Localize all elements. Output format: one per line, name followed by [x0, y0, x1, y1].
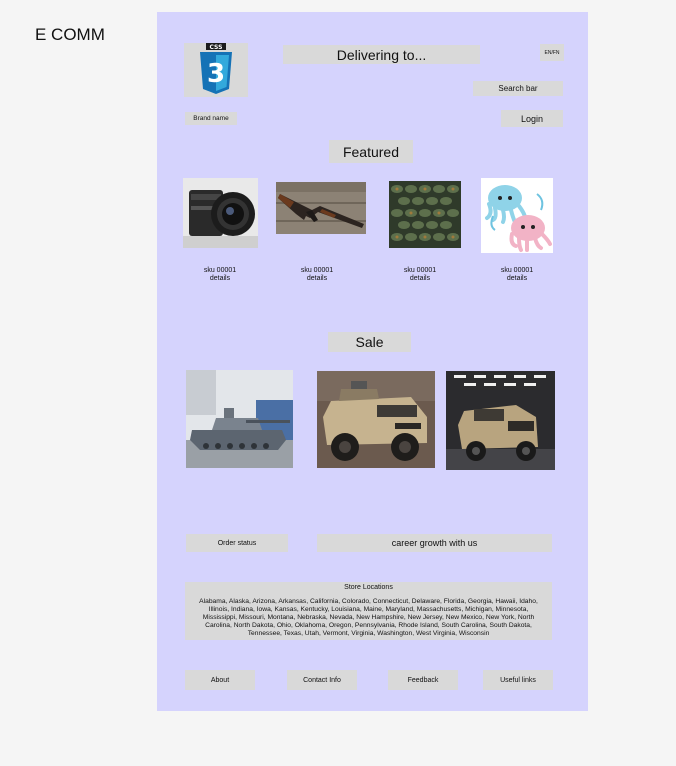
details-label: details	[409, 275, 431, 282]
sku-label: sku 00001	[500, 267, 534, 274]
sale-heading: Sale	[328, 332, 411, 352]
ammunition-image[interactable]	[389, 181, 461, 248]
sku-label: sku 00001	[203, 267, 237, 274]
feedback-link[interactable]: Feedback	[388, 670, 458, 690]
css3-logo-icon[interactable]: CSS 3	[184, 43, 248, 97]
page-frame: CSS 3 Delivering to... EN/FN Search bar …	[157, 12, 588, 711]
details-label: details	[209, 275, 231, 282]
camera-lens-image[interactable]	[183, 178, 258, 248]
featured-heading: Featured	[329, 140, 413, 163]
delivering-location-button[interactable]: Delivering to...	[283, 45, 480, 64]
armored-truck-showroom-image[interactable]	[446, 371, 555, 470]
tank-image[interactable]	[186, 370, 293, 468]
store-locations: Store Locations Alabama, Alaska, Arizona…	[185, 582, 552, 640]
octopus-plush-image[interactable]	[481, 178, 553, 253]
sku-label: sku 00001	[403, 267, 437, 274]
language-toggle[interactable]: EN/FN	[540, 44, 564, 61]
about-link[interactable]: About	[185, 670, 255, 690]
details-label: details	[306, 275, 328, 282]
career-growth-button[interactable]: career growth with us	[317, 534, 552, 552]
store-locations-title: Store Locations	[344, 584, 393, 591]
app-title: E COMM	[35, 25, 105, 44]
logo-number-text: 3	[207, 59, 225, 89]
contact-info-link[interactable]: Contact Info	[287, 670, 357, 690]
store-locations-list: Alabama, Alaska, Arizona, Arkansas, Cali…	[199, 598, 538, 637]
featured-item-2-caption: sku 00001 details	[277, 267, 357, 283]
brand-name[interactable]: Brand name	[185, 112, 237, 125]
featured-item-4-caption: sku 00001 details	[477, 267, 557, 283]
featured-item-3-caption: sku 00001 details	[380, 267, 460, 283]
login-button[interactable]: Login	[501, 110, 563, 127]
rifle-image[interactable]	[276, 182, 366, 234]
useful-links-link[interactable]: Useful links	[483, 670, 553, 690]
sku-label: sku 00001	[300, 267, 334, 274]
search-input[interactable]: Search bar	[473, 81, 563, 96]
details-label: details	[506, 275, 528, 282]
armored-vehicle-tan-image[interactable]	[317, 371, 435, 468]
order-status-button[interactable]: Order status	[186, 534, 288, 552]
logo-css-text: CSS	[210, 44, 223, 51]
featured-item-1-caption: sku 00001 details	[180, 267, 260, 283]
